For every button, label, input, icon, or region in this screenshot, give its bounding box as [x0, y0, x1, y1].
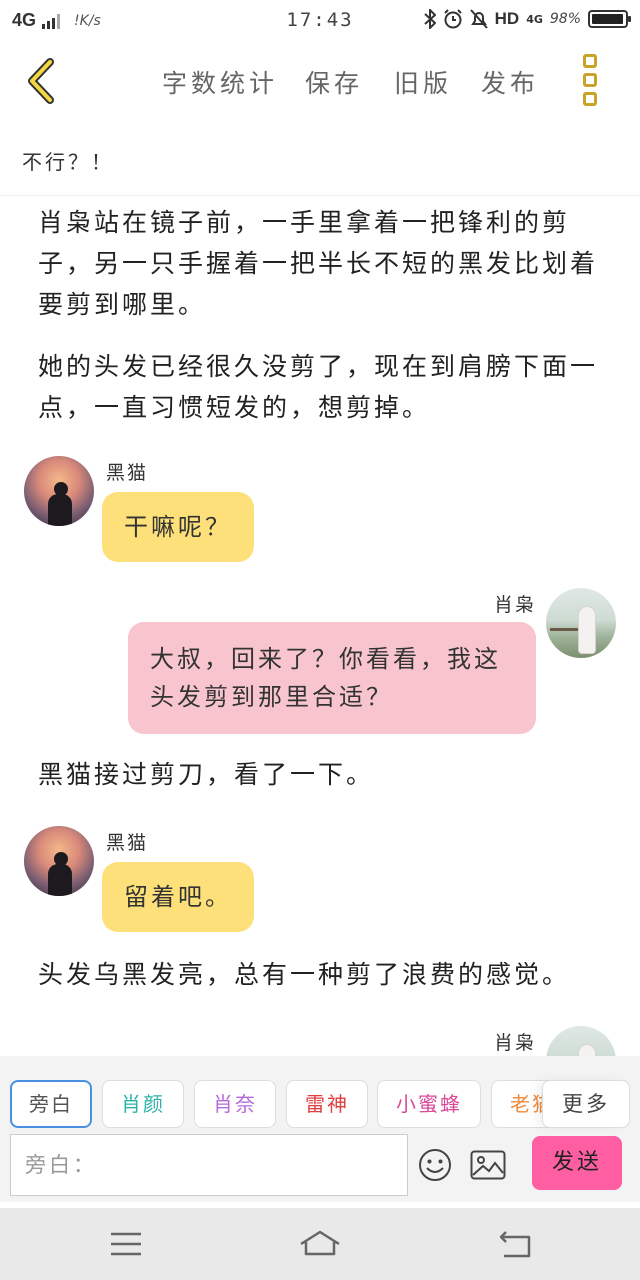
dialogue-input-box[interactable] [10, 1134, 408, 1196]
word-count-button[interactable]: 字数统计 [162, 64, 278, 100]
message-bubble[interactable]: 大叔，回来了？你看看，我这头发剪到那里合适？ [128, 622, 536, 734]
back-icon[interactable] [496, 1226, 536, 1262]
speaker-name: 肖枭 [494, 594, 537, 616]
avatar[interactable] [546, 1026, 616, 1056]
status-bar: 4G !K/s 17:43 HD 4G 98% [0, 0, 640, 44]
narration-block: 头发乌黑发亮，总有一种剪了浪费的感觉。 [38, 960, 571, 989]
save-button[interactable]: 保存 [305, 64, 363, 100]
bluetooth-icon [423, 9, 436, 29]
image-icon[interactable] [470, 1150, 506, 1180]
narration-block: 她的头发已经很久没剪了，现在到肩膀下面一点，一直习惯短发的，想剪掉。 [38, 352, 599, 422]
avatar[interactable] [24, 826, 94, 896]
home-icon[interactable] [298, 1226, 342, 1262]
publish-button[interactable]: 发布 [481, 64, 539, 100]
speaker-name: 肖枭 [494, 1032, 537, 1054]
battery-icon [588, 10, 631, 28]
role-tab[interactable]: 小蜜蜂 [377, 1080, 481, 1128]
avatar[interactable] [24, 456, 94, 526]
speaker-name: 黑猫 [106, 462, 149, 484]
emoji-icon[interactable] [418, 1148, 452, 1182]
narration-block: 肖枭站在镜子前，一手里拿着一把锋利的剪子，另一只手握着一把半长不短的黑发比划着要… [38, 208, 599, 319]
role-tab[interactable]: 肖颜 [102, 1080, 184, 1128]
chapter-title-row[interactable]: 不行？！ [0, 122, 640, 196]
alarm-icon [443, 9, 462, 29]
silent-icon [469, 9, 488, 29]
vertical-dots-icon[interactable] [578, 54, 602, 106]
status-right: HD 4G 98% [423, 9, 631, 29]
menu-icon[interactable] [106, 1226, 146, 1262]
send-button[interactable]: 发送 [532, 1136, 622, 1190]
speaker-name: 黑猫 [106, 832, 149, 854]
battery-percent: 98% [549, 11, 581, 27]
role-tab[interactable]: 雷神 [286, 1080, 368, 1128]
dialogue-input[interactable] [11, 1135, 407, 1195]
hd-indicator: HD [494, 9, 520, 28]
more-roles-button[interactable]: 更多 [542, 1080, 630, 1128]
lte-indicator: 4G [526, 12, 543, 26]
old-version-button[interactable]: 旧版 [394, 64, 452, 100]
message-bubble[interactable]: 干嘛呢？ [102, 492, 254, 562]
role-input-bar: 旁白肖颜肖奈雷神小蜜蜂老猫 更多 发送 [0, 1056, 640, 1202]
story-content[interactable]: 肖枭站在镜子前，一手里拿着一把锋利的剪子，另一只手握着一把半长不短的黑发比划着要… [0, 196, 640, 1056]
chevron-left-icon[interactable] [22, 56, 62, 106]
chapter-title: 不行？！ [22, 150, 114, 174]
system-nav-bar [0, 1208, 640, 1280]
role-tab[interactable]: 旁白 [10, 1080, 92, 1128]
role-tab[interactable]: 肖奈 [194, 1080, 276, 1128]
narration-block: 黑猫接过剪刀，看了一下。 [38, 760, 375, 789]
message-bubble[interactable]: 留着吧。 [102, 862, 254, 932]
editor-toolbar: 字数统计 保存 旧版 发布 [0, 44, 640, 120]
avatar[interactable] [546, 588, 616, 658]
